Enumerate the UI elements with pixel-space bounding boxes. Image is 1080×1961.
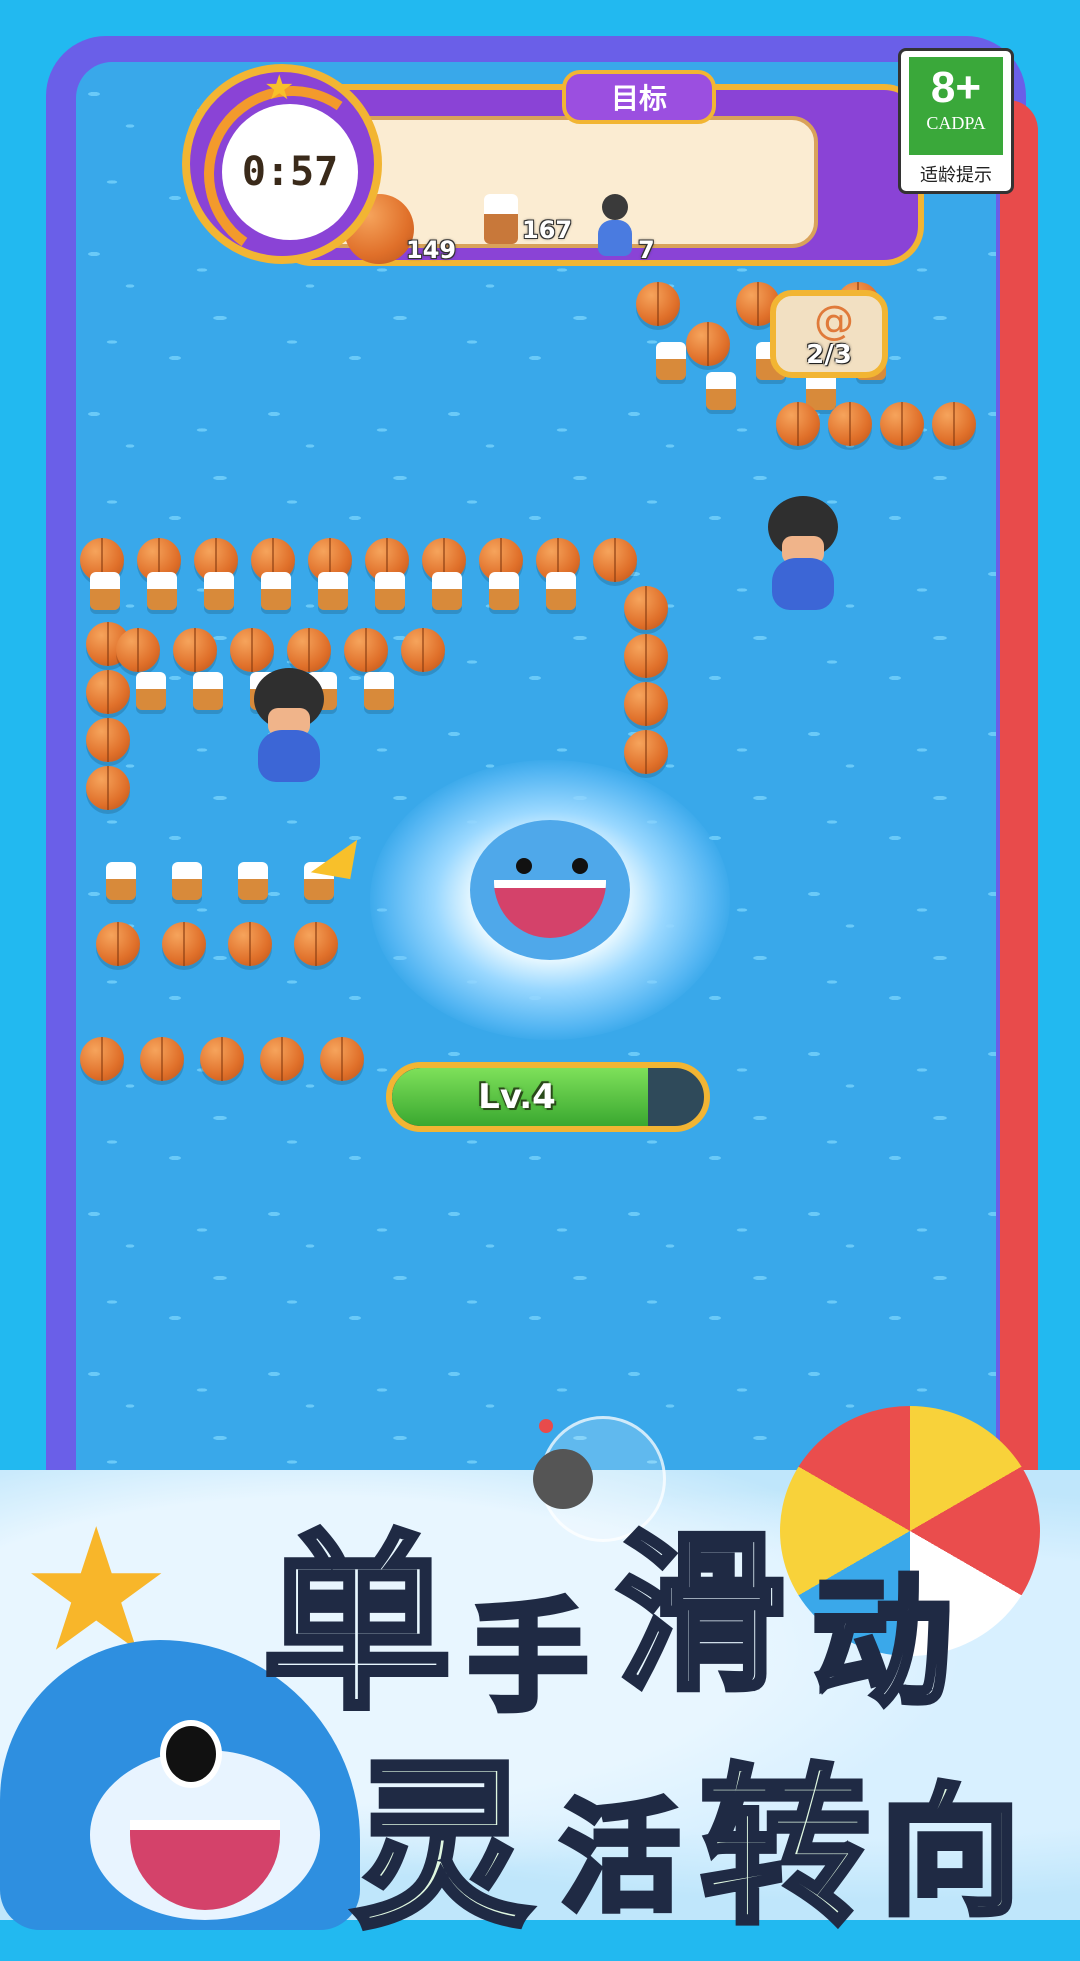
basketball-item bbox=[880, 402, 924, 446]
basketball-item bbox=[228, 922, 272, 966]
age-rating: 8+ bbox=[930, 63, 982, 112]
basketball-item bbox=[624, 586, 668, 630]
basketball-item bbox=[86, 718, 130, 762]
age-rating-badge: 8+ CADPA 适龄提示 bbox=[898, 48, 1014, 194]
basketball-item bbox=[140, 1037, 184, 1081]
basketball-item bbox=[86, 670, 130, 714]
basketball-item bbox=[932, 402, 976, 446]
promo-char: 动 bbox=[809, 1559, 959, 1728]
cup-item bbox=[172, 862, 202, 900]
basketball-item bbox=[320, 1037, 364, 1081]
goal-cup-count: 167 bbox=[522, 216, 573, 244]
person-icon bbox=[594, 194, 634, 264]
cup-item bbox=[364, 672, 394, 710]
collectible-counter: @ 2/3 bbox=[770, 290, 888, 378]
frame-edge bbox=[1000, 100, 1038, 1500]
cup-item bbox=[432, 572, 462, 610]
basketball-item bbox=[200, 1037, 244, 1081]
promo-char: 灵 bbox=[349, 1740, 539, 1955]
basketball-item bbox=[593, 538, 637, 582]
basketball-item bbox=[828, 402, 872, 446]
cup-icon bbox=[484, 194, 518, 244]
basketball-item bbox=[294, 922, 338, 966]
level-label: Lv.4 bbox=[478, 1077, 556, 1117]
rating-tip: 适龄提示 bbox=[920, 165, 992, 186]
goal-cup: 167 bbox=[484, 194, 572, 244]
basketball-item bbox=[686, 322, 730, 366]
promo-char: 活 bbox=[557, 1786, 686, 1931]
player-shark bbox=[460, 800, 640, 970]
basketball-item bbox=[86, 766, 130, 810]
star-icon: ★ bbox=[264, 68, 295, 108]
basketball-item bbox=[636, 282, 680, 326]
rating-org: CADPA bbox=[926, 113, 986, 133]
basketball-item bbox=[230, 628, 274, 672]
shell-icon: @ bbox=[814, 298, 854, 344]
cup-item bbox=[656, 342, 686, 380]
goal-person: 7 bbox=[594, 194, 655, 264]
level-progress-bar: Lv.4 bbox=[386, 1062, 710, 1132]
basketball-item bbox=[624, 682, 668, 726]
promo-char: 滑 bbox=[613, 1513, 793, 1717]
basketball-item bbox=[401, 628, 445, 672]
goal-title: 目标 bbox=[562, 70, 716, 124]
cup-item bbox=[238, 862, 268, 900]
cup-item bbox=[375, 572, 405, 610]
basketball-item bbox=[776, 402, 820, 446]
cup-item bbox=[106, 862, 136, 900]
cup-item bbox=[204, 572, 234, 610]
cup-item bbox=[136, 672, 166, 710]
cup-item bbox=[90, 572, 120, 610]
cup-item bbox=[546, 572, 576, 610]
basketball-item bbox=[624, 634, 668, 678]
cup-item bbox=[261, 572, 291, 610]
basketball-item bbox=[344, 628, 388, 672]
promo-char: 向 bbox=[877, 1769, 1027, 1938]
basketball-item bbox=[162, 922, 206, 966]
basketball-item bbox=[116, 628, 160, 672]
cup-item bbox=[489, 572, 519, 610]
direction-arrow-icon bbox=[310, 832, 358, 880]
basketball-item bbox=[260, 1037, 304, 1081]
basketball-item bbox=[96, 922, 140, 966]
basketball-item bbox=[287, 628, 331, 672]
npc-person bbox=[758, 496, 848, 616]
basketball-item bbox=[624, 730, 668, 774]
goal-person-count: 7 bbox=[638, 236, 655, 264]
goal-basketball-count: 149 bbox=[406, 236, 457, 264]
collectible-progress: 2/3 bbox=[806, 340, 852, 370]
basketball-item bbox=[173, 628, 217, 672]
npc-person bbox=[244, 668, 334, 788]
cup-item bbox=[193, 672, 223, 710]
promo-char: 转 bbox=[697, 1747, 877, 1951]
cup-item bbox=[706, 372, 736, 410]
timer-value: 0:57 bbox=[222, 104, 358, 240]
objective-hud: 149 167 7 目标 0:57 ★ bbox=[182, 64, 924, 278]
cup-item bbox=[147, 572, 177, 610]
cup-item bbox=[318, 572, 348, 610]
basketball-item bbox=[80, 1037, 124, 1081]
